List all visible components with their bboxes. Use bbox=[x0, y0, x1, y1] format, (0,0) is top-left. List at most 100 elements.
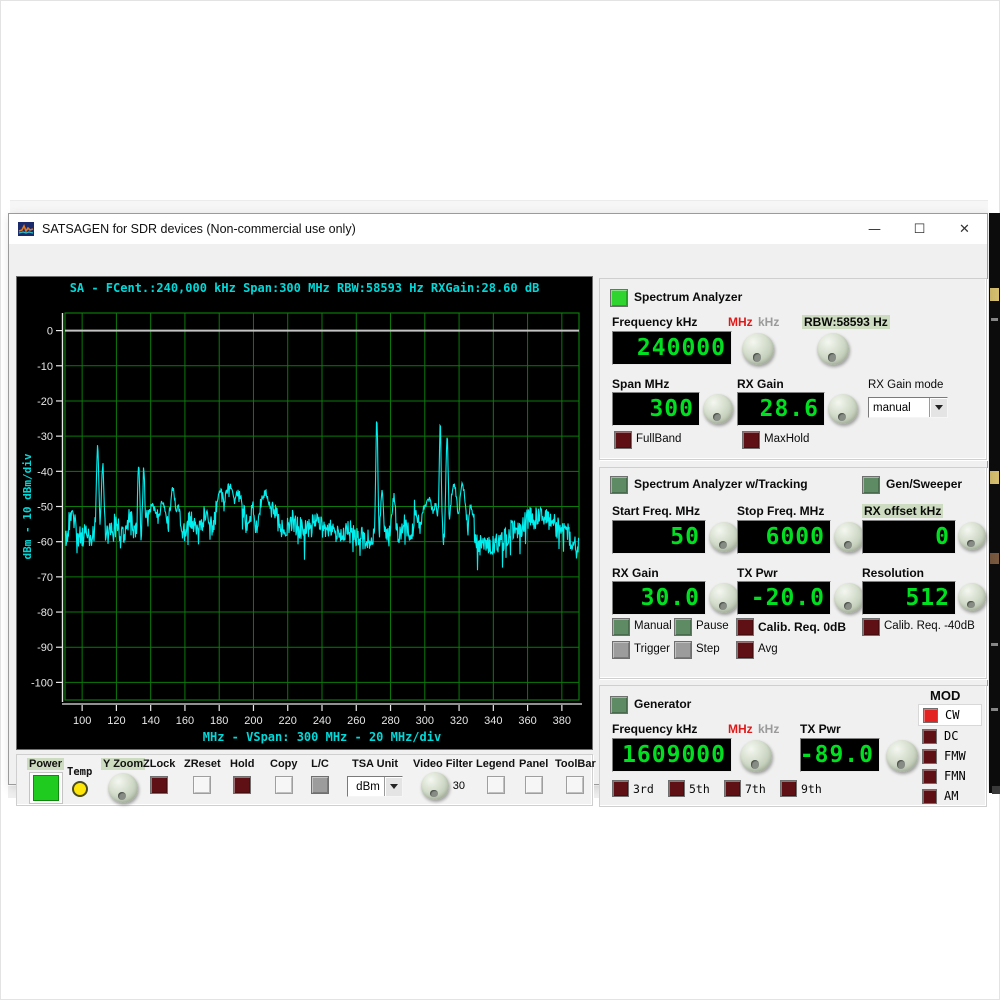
harmonic-5th-checkbox[interactable] bbox=[668, 780, 685, 797]
desktop-icon bbox=[990, 553, 999, 564]
power-indicator bbox=[32, 775, 59, 801]
panel-label: Panel bbox=[519, 758, 549, 770]
tracking-checkbox[interactable] bbox=[610, 476, 628, 494]
hold-label: Hold bbox=[230, 758, 255, 770]
trigger-checkbox[interactable] bbox=[612, 641, 630, 659]
tracking-rx-gain-display[interactable]: 30.0 bbox=[612, 581, 706, 615]
harmonic-7th-checkbox[interactable] bbox=[724, 780, 741, 797]
gen-khz-unit-label[interactable]: kHz bbox=[758, 722, 779, 736]
calib-40db-checkbox[interactable] bbox=[862, 618, 880, 636]
tracking-tx-pwr-display[interactable]: -20.0 bbox=[737, 581, 831, 615]
avg-checkbox[interactable] bbox=[736, 641, 754, 659]
title-bar: SATSAGEN for SDR devices (Non-commercial… bbox=[9, 214, 987, 244]
gen-sweeper-checkbox[interactable] bbox=[862, 476, 880, 494]
fullband-checkbox[interactable] bbox=[614, 431, 632, 449]
resolution-knob[interactable] bbox=[958, 583, 986, 611]
gen-frequency-display[interactable]: 1609000 bbox=[612, 738, 732, 772]
zreset-button[interactable] bbox=[193, 776, 212, 794]
rx-offset-knob[interactable] bbox=[958, 522, 986, 550]
gen-mhz-unit-label[interactable]: MHz bbox=[728, 722, 753, 736]
rx-gain-display[interactable]: 28.6 bbox=[737, 392, 825, 426]
dropdown-arrow-icon[interactable] bbox=[929, 398, 947, 417]
start-freq-value: 50 bbox=[670, 523, 700, 550]
stop-freq-value: 6000 bbox=[765, 523, 825, 550]
rx-gain-mode-dropdown[interactable]: manual bbox=[868, 397, 948, 418]
rx-gain-mode-label: RX Gain mode bbox=[868, 379, 944, 391]
mod-item-cw[interactable]: CW bbox=[918, 704, 982, 726]
mhz-unit-label[interactable]: MHz bbox=[728, 315, 753, 329]
zreset-control: ZReset bbox=[184, 758, 221, 794]
spectrum-plot[interactable]: 0 -10 -20 -30 -40 -50 -60 -70 -80 -90 -100 100 120 14… bbox=[17, 303, 592, 749]
power-button[interactable] bbox=[28, 772, 63, 804]
tracking-tx-pwr-value: -20.0 bbox=[750, 584, 825, 611]
frequency-knob[interactable] bbox=[742, 333, 774, 365]
tracking-rx-gain-knob[interactable] bbox=[709, 583, 739, 613]
temp-control: Temp bbox=[67, 766, 92, 797]
svg-text:-80: -80 bbox=[37, 607, 53, 619]
video-filter-knob[interactable] bbox=[420, 772, 449, 800]
span-display[interactable]: 300 bbox=[612, 392, 700, 426]
tsa-unit-label: TSA Unit bbox=[351, 758, 399, 770]
legend-button[interactable] bbox=[486, 776, 505, 794]
rbw-knob[interactable] bbox=[817, 333, 849, 365]
hold-checkbox[interactable] bbox=[233, 776, 252, 794]
mod-dc-label: DC bbox=[944, 729, 959, 743]
stop-freq-knob[interactable] bbox=[834, 522, 864, 552]
start-freq-knob[interactable] bbox=[709, 522, 739, 552]
gen-frequency-knob[interactable] bbox=[740, 740, 772, 772]
minimize-icon[interactable]: — bbox=[852, 214, 897, 244]
legend-label: Legend bbox=[476, 758, 516, 770]
app-window: SATSAGEN for SDR devices (Non-commercial… bbox=[8, 213, 988, 807]
mod-fmw-checkbox[interactable] bbox=[922, 748, 937, 764]
spectrum-analyzer-checkbox[interactable] bbox=[610, 289, 628, 307]
generator-checkbox[interactable] bbox=[610, 696, 628, 714]
mod-cw-checkbox[interactable] bbox=[923, 707, 938, 723]
step-checkbox[interactable] bbox=[674, 641, 692, 659]
mod-fmn-checkbox[interactable] bbox=[922, 768, 937, 784]
rx-gain-knob[interactable] bbox=[828, 394, 858, 424]
rx-offset-label: RX offset kHz bbox=[862, 504, 944, 518]
khz-unit-label[interactable]: kHz bbox=[758, 315, 779, 329]
gen-sweeper-label: Gen/Sweeper bbox=[886, 477, 963, 491]
svg-text:300: 300 bbox=[416, 715, 434, 727]
tsa-unit-dropdown[interactable]: dBm bbox=[347, 776, 403, 797]
power-control: Power bbox=[27, 758, 65, 804]
mod-item-dc[interactable]: DC bbox=[918, 726, 982, 746]
calib-0db-checkbox[interactable] bbox=[736, 618, 754, 636]
rx-offset-display[interactable]: 0 bbox=[862, 520, 956, 554]
mod-fmw-label: FMW bbox=[944, 749, 966, 763]
manual-checkbox[interactable] bbox=[612, 618, 630, 636]
yzoom-knob[interactable] bbox=[108, 773, 139, 803]
resolution-display[interactable]: 512 bbox=[862, 581, 956, 615]
svg-text:-60: -60 bbox=[37, 537, 53, 549]
mod-item-fmn[interactable]: FMN bbox=[918, 766, 982, 786]
zlock-checkbox[interactable] bbox=[150, 776, 169, 794]
pause-checkbox[interactable] bbox=[674, 618, 692, 636]
harmonic-9th-checkbox[interactable] bbox=[780, 780, 797, 797]
gen-tx-pwr-knob[interactable] bbox=[886, 740, 918, 772]
panel-control: Panel bbox=[519, 758, 548, 794]
close-icon[interactable]: ✕ bbox=[942, 214, 987, 244]
start-freq-display[interactable]: 50 bbox=[612, 520, 706, 554]
svg-text:-30: -30 bbox=[37, 431, 53, 443]
harmonic-3rd-checkbox[interactable] bbox=[612, 780, 629, 797]
span-knob[interactable] bbox=[703, 394, 733, 424]
maxhold-checkbox[interactable] bbox=[742, 431, 760, 449]
mod-item-am[interactable]: AM bbox=[918, 786, 982, 806]
mod-am-checkbox[interactable] bbox=[922, 788, 937, 804]
dropdown-arrow-icon[interactable] bbox=[384, 777, 402, 796]
mod-dc-checkbox[interactable] bbox=[922, 728, 937, 744]
panel-button[interactable] bbox=[524, 776, 543, 794]
toolbar-toggle-button[interactable] bbox=[566, 776, 585, 794]
yzoom-label: Y Zoom bbox=[101, 758, 146, 770]
maximize-icon[interactable]: ☐ bbox=[897, 214, 942, 244]
gen-tx-pwr-display[interactable]: -89.0 bbox=[800, 738, 880, 772]
stop-freq-label: Stop Freq. MHz bbox=[737, 504, 825, 518]
lc-checkbox[interactable] bbox=[311, 776, 329, 794]
tracking-tx-pwr-knob[interactable] bbox=[834, 583, 864, 613]
stop-freq-display[interactable]: 6000 bbox=[737, 520, 831, 554]
copy-button[interactable] bbox=[274, 776, 293, 794]
frequency-display[interactable]: 240000 bbox=[612, 331, 732, 365]
desktop-icon-label bbox=[991, 643, 998, 646]
mod-item-fmw[interactable]: FMW bbox=[918, 746, 982, 766]
